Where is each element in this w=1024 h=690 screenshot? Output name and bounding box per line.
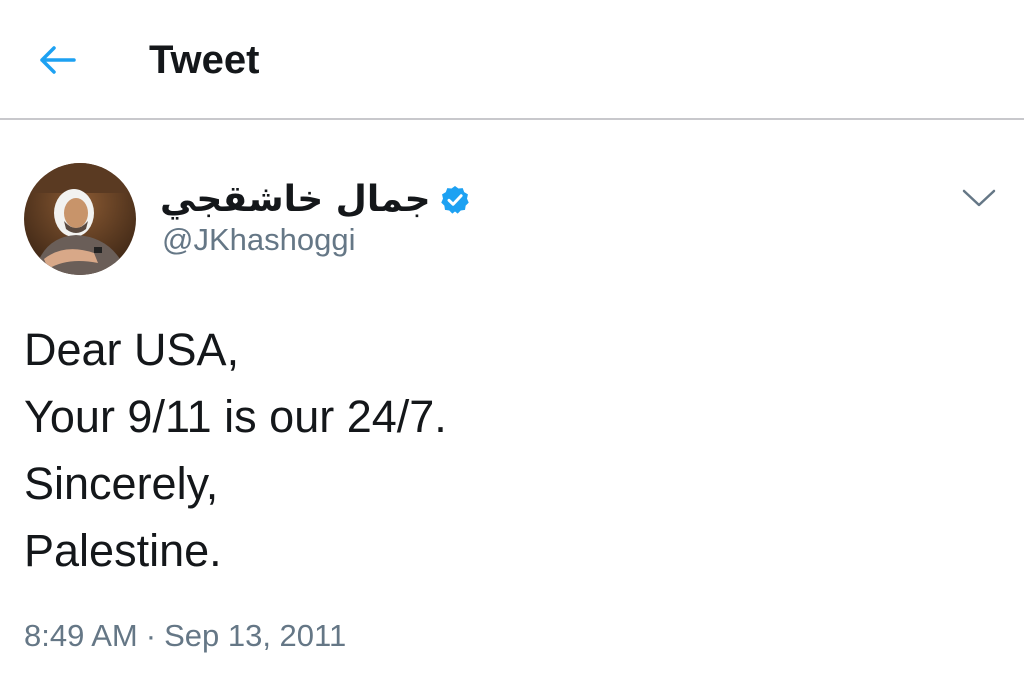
author-name: جمال خاشقجي [160, 179, 431, 220]
tweet-timestamp: 8:49 AM · Sep 13, 2011 [24, 614, 346, 658]
tweet-date: Sep 13, 2011 [164, 618, 347, 653]
tweet-time: 8:49 AM [24, 618, 138, 653]
avatar[interactable] [24, 163, 136, 275]
tweet-line: Your 9/11 is our 24/7. [24, 391, 447, 442]
tweet-line: Dear USA, [24, 324, 240, 375]
author-name-row[interactable]: جمال خاشقجي [160, 176, 471, 224]
tweet-line: Palestine. [24, 525, 222, 576]
profile-photo [24, 163, 136, 275]
back-button[interactable] [36, 40, 80, 80]
page-title: Tweet [149, 38, 260, 82]
meta-separator: · [145, 618, 157, 653]
chevron-down-icon [962, 189, 996, 207]
tweet-menu-button[interactable] [958, 180, 1000, 216]
author-handle[interactable]: @JKhashoggi [162, 220, 355, 260]
top-bar: Tweet [0, 0, 1024, 120]
arrow-left-icon [40, 46, 76, 74]
verified-badge-icon [440, 186, 469, 214]
tweet-line: Sincerely, [24, 458, 219, 509]
tweet-text: Dear USA, Your 9/11 is our 24/7. Sincere… [24, 316, 984, 584]
